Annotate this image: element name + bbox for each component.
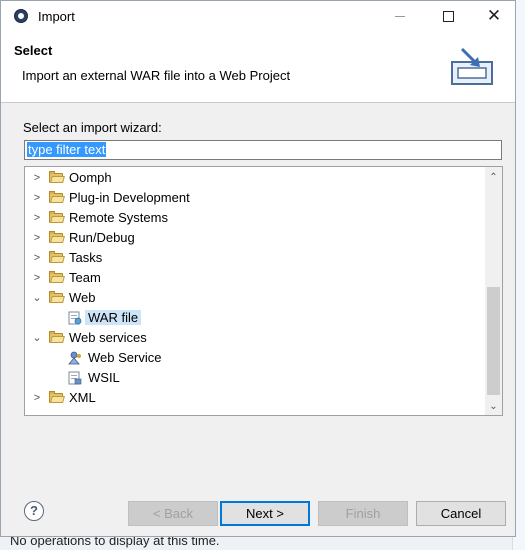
chevron-down-icon[interactable]: ⌄	[31, 331, 43, 345]
chevron-down-icon[interactable]: ⌄	[31, 291, 43, 305]
chevron-right-icon[interactable]: >	[31, 391, 43, 405]
folder-icon	[49, 211, 65, 223]
finish-button[interactable]: Finish	[318, 501, 408, 526]
wizard-list-label: Select an import wizard:	[23, 120, 162, 135]
war-file-icon	[68, 311, 82, 325]
scroll-up-icon[interactable]: ⌃	[485, 169, 502, 186]
folder-icon	[49, 291, 65, 303]
chevron-right-icon[interactable]: >	[31, 271, 43, 285]
tree-item-label: Plug-in Development	[69, 190, 190, 205]
wizard-page-title: Select	[14, 43, 53, 58]
tree-item-tasks[interactable]: > Tasks	[25, 248, 485, 268]
folder-icon	[49, 171, 65, 183]
back-button[interactable]: < Back	[128, 501, 218, 526]
tree-item-label: Web Service	[88, 350, 162, 365]
web-service-icon	[68, 351, 81, 365]
folder-icon	[49, 391, 65, 403]
folder-icon	[49, 271, 65, 283]
tree-item-label: Tasks	[69, 250, 103, 265]
minimize-icon	[395, 15, 405, 17]
title-bar[interactable]: Import ✕	[1, 1, 515, 32]
tree-item-label: WSIL	[88, 370, 120, 385]
maximize-button[interactable]	[425, 1, 471, 32]
folder-icon	[49, 251, 65, 263]
tree-item-label: Web services	[69, 330, 147, 345]
tree-item-label: Remote Systems	[69, 210, 168, 225]
tree-item-web[interactable]: ⌄ Web	[25, 288, 485, 308]
tree-item-war-file[interactable]: WAR file	[25, 308, 485, 328]
tree-item-plugin-development[interactable]: > Plug-in Development	[25, 188, 485, 208]
tree-item-label: Oomph	[69, 170, 112, 185]
tree-item-oomph[interactable]: > Oomph	[25, 168, 485, 188]
wizard-page-description: Import an external WAR file into a Web P…	[22, 68, 291, 83]
tree-item-wsil[interactable]: WSIL	[25, 368, 485, 388]
folder-icon	[49, 191, 65, 203]
eclipse-app-icon	[14, 9, 28, 23]
minimize-button[interactable]	[377, 1, 423, 32]
tree-item-label: WAR file	[85, 310, 142, 325]
help-icon[interactable]: ?	[24, 501, 44, 521]
chevron-right-icon[interactable]: >	[31, 231, 43, 245]
close-button[interactable]: ✕	[471, 1, 517, 32]
folder-icon	[49, 331, 65, 343]
tree-scrollbar[interactable]: ⌃ ⌄	[485, 167, 502, 415]
chevron-right-icon[interactable]: >	[31, 251, 43, 265]
close-icon: ✕	[486, 6, 502, 25]
wizard-tree[interactable]: > Oomph > Plug-in Development > Remote S…	[24, 166, 503, 416]
tree-item-run-debug[interactable]: > Run/Debug	[25, 228, 485, 248]
chevron-right-icon[interactable]: >	[31, 211, 43, 225]
tree-item-label: Team	[69, 270, 101, 285]
tree-item-web-services[interactable]: ⌄ Web services	[25, 328, 485, 348]
tree-item-label: Run/Debug	[69, 230, 135, 245]
tree-item-remote-systems[interactable]: > Remote Systems	[25, 208, 485, 228]
folder-icon	[49, 231, 65, 243]
tree-item-web-service[interactable]: Web Service	[25, 348, 485, 368]
tree-item-label: XML	[69, 390, 96, 405]
tree-item-xml[interactable]: > XML	[25, 388, 485, 408]
wsil-icon	[68, 371, 82, 385]
filter-text: type filter text	[27, 142, 107, 157]
import-dialog: Import ✕ Select Import an external WAR f…	[0, 0, 516, 537]
scroll-down-icon[interactable]: ⌄	[485, 398, 502, 415]
filter-input[interactable]: type filter text	[24, 140, 502, 160]
import-wizard-icon	[451, 47, 493, 85]
tree-item-label: Web	[69, 290, 96, 305]
maximize-icon	[442, 10, 454, 22]
scrollbar-thumb[interactable]	[487, 287, 500, 395]
window-title: Import	[38, 9, 75, 24]
tree-item-team[interactable]: > Team	[25, 268, 485, 288]
next-button[interactable]: Next >	[220, 501, 310, 526]
cancel-button[interactable]: Cancel	[416, 501, 506, 526]
chevron-right-icon[interactable]: >	[31, 191, 43, 205]
wizard-header: Select Import an external WAR file into …	[1, 32, 515, 103]
chevron-right-icon[interactable]: >	[31, 171, 43, 185]
